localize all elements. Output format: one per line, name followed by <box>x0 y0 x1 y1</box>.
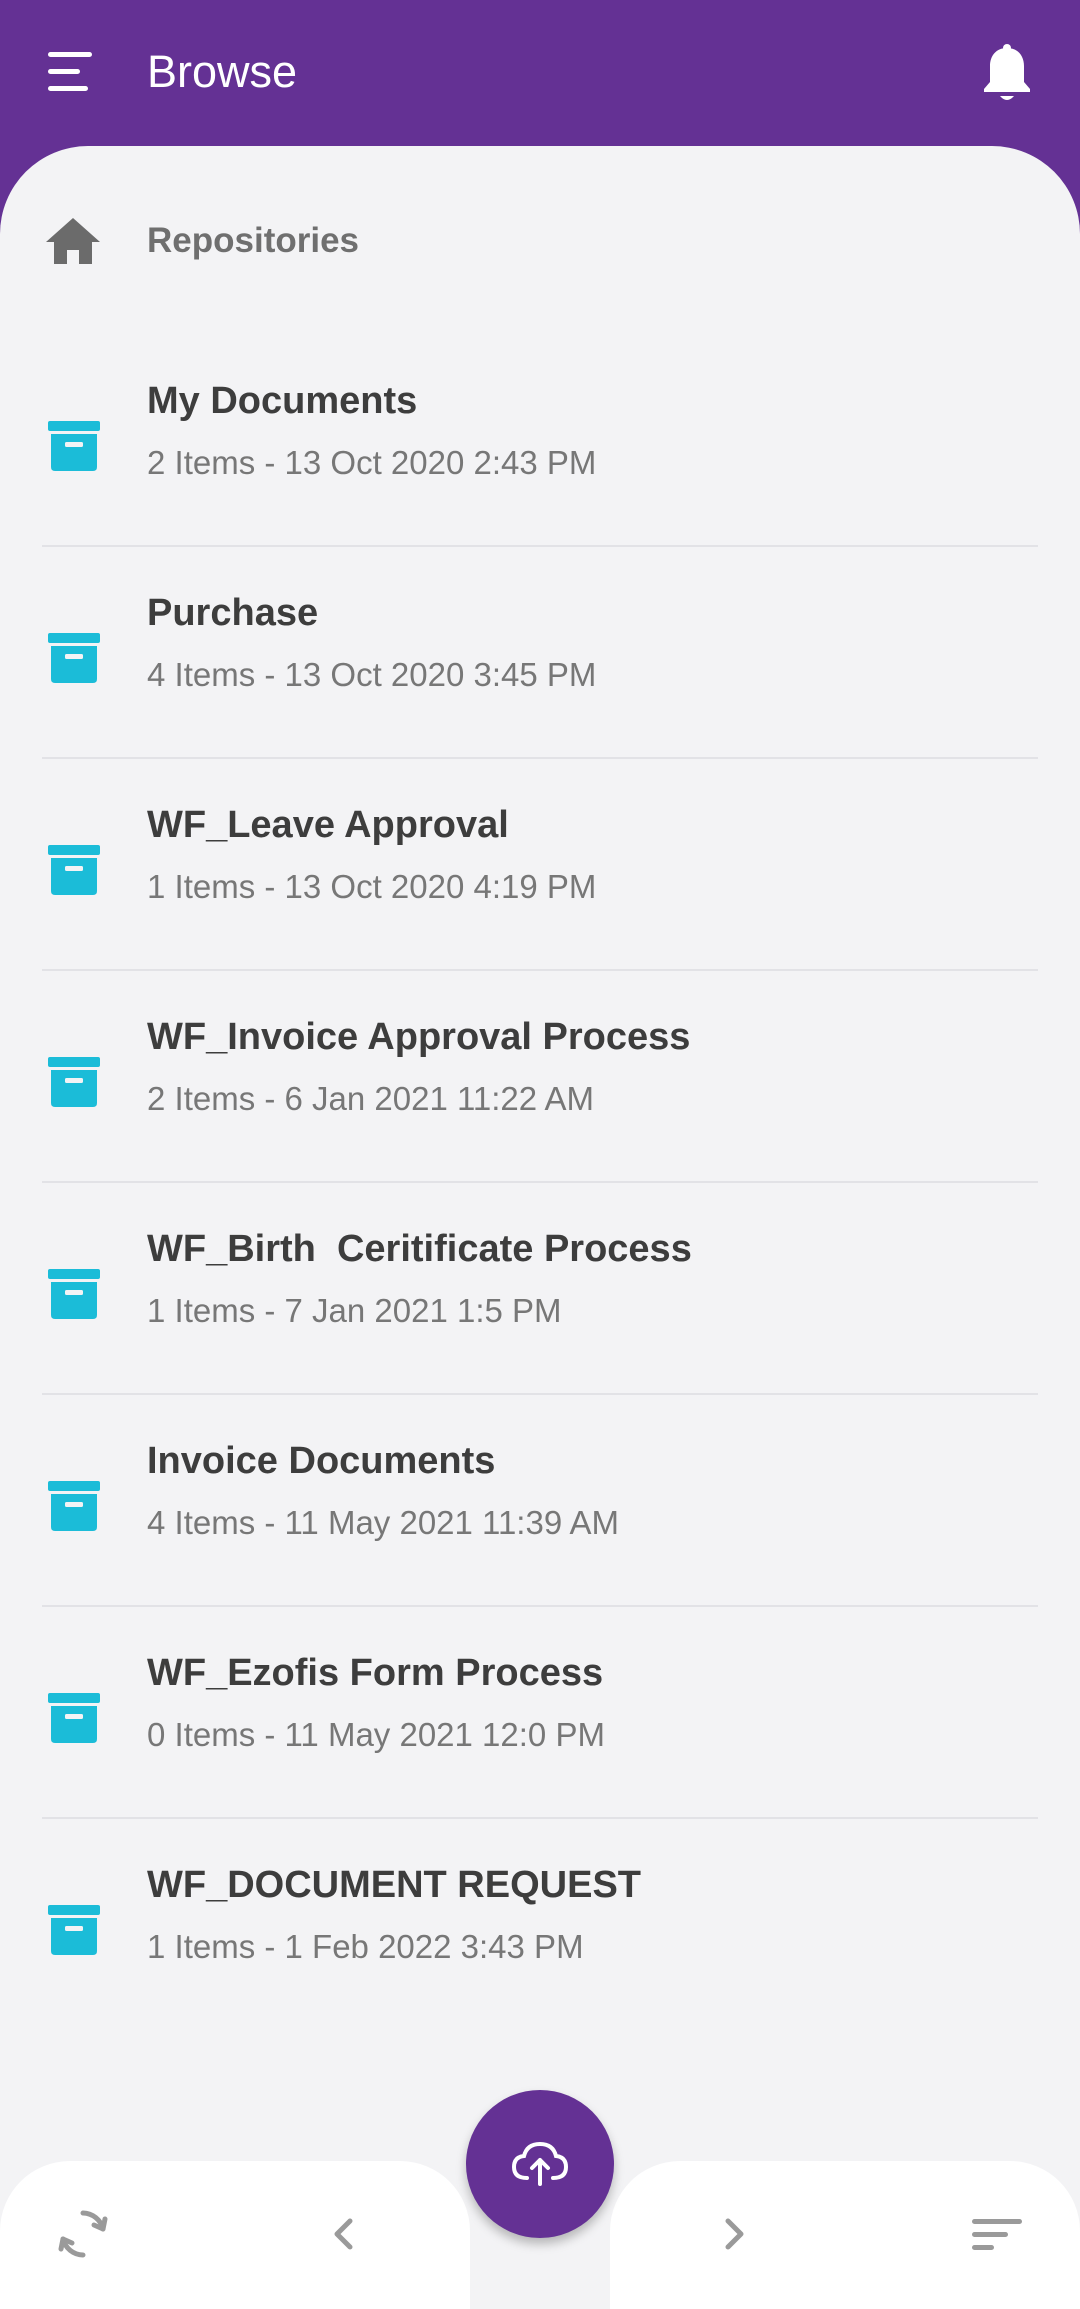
list-item[interactable]: WF_Invoice Approval Process 2 Items - 6 … <box>42 971 1038 1183</box>
repository-meta: 4 Items - 11 May 2021 11:39 AM <box>147 1504 620 1541</box>
page-title: Browse <box>147 46 298 97</box>
breadcrumb[interactable]: Repositories <box>0 210 1080 272</box>
list-item[interactable]: WF_Birth Ceritificate Process 1 Items - … <box>42 1183 1038 1395</box>
archive-box-icon <box>46 629 102 685</box>
repository-name: Purchase <box>147 592 319 634</box>
archive-box-icon <box>46 1265 102 1321</box>
refresh-icon[interactable] <box>48 2199 118 2269</box>
archive-box-icon <box>46 1689 102 1745</box>
upload-icon <box>511 2141 569 2186</box>
list-item[interactable]: WF_Ezofis Form Process 0 Items - 11 May … <box>42 1607 1038 1819</box>
chevron-left-icon[interactable] <box>308 2199 378 2269</box>
breadcrumb-label: Repositories <box>147 221 359 260</box>
repository-name: Invoice Documents <box>147 1440 496 1482</box>
repository-name: WF_Leave Approval <box>147 804 509 846</box>
repository-name: WF_Birth Ceritificate Process <box>147 1228 692 1270</box>
repository-meta: 2 Items - 13 Oct 2020 2:43 PM <box>147 444 597 481</box>
list-item[interactable]: WF_Leave Approval 1 Items - 13 Oct 2020 … <box>42 759 1038 971</box>
archive-box-icon <box>46 1477 102 1533</box>
repository-meta: 1 Items - 7 Jan 2021 1:5 PM <box>147 1292 562 1329</box>
repository-meta: 1 Items - 13 Oct 2020 4:19 PM <box>147 868 597 905</box>
upload-button[interactable] <box>466 2090 614 2238</box>
list-item[interactable]: Invoice Documents 4 Items - 11 May 2021 … <box>42 1395 1038 1607</box>
list-item[interactable]: Purchase 4 Items - 13 Oct 2020 3:45 PM <box>42 547 1038 759</box>
repository-name: WF_DOCUMENT REQUEST <box>147 1864 641 1906</box>
archive-box-icon <box>46 1053 102 1109</box>
repository-name: WF_Ezofis Form Process <box>147 1652 604 1694</box>
list-item[interactable]: My Documents 2 Items - 13 Oct 2020 2:43 … <box>42 335 1038 547</box>
list-item[interactable]: WF_DOCUMENT REQUEST 1 Items - 1 Feb 2022… <box>42 1819 1038 2031</box>
archive-box-icon <box>46 1901 102 1957</box>
repository-meta: 0 Items - 11 May 2021 12:0 PM <box>147 1716 605 1753</box>
menu-icon[interactable] <box>40 44 100 100</box>
repository-meta: 4 Items - 13 Oct 2020 3:45 PM <box>147 656 597 693</box>
bell-icon[interactable] <box>978 42 1036 106</box>
repository-name: My Documents <box>147 380 418 422</box>
repository-meta: 2 Items - 6 Jan 2021 11:22 AM <box>147 1080 594 1117</box>
chevron-right-icon[interactable] <box>700 2199 770 2269</box>
archive-box-icon <box>46 417 102 473</box>
home-icon <box>44 216 102 266</box>
sort-icon[interactable] <box>962 2199 1032 2269</box>
repository-list: My Documents 2 Items - 13 Oct 2020 2:43 … <box>42 335 1038 2031</box>
archive-box-icon <box>46 841 102 897</box>
repository-name: WF_Invoice Approval Process <box>147 1016 691 1058</box>
repository-meta: 1 Items - 1 Feb 2022 3:43 PM <box>147 1928 584 1965</box>
app-header: Browse <box>0 0 1080 170</box>
